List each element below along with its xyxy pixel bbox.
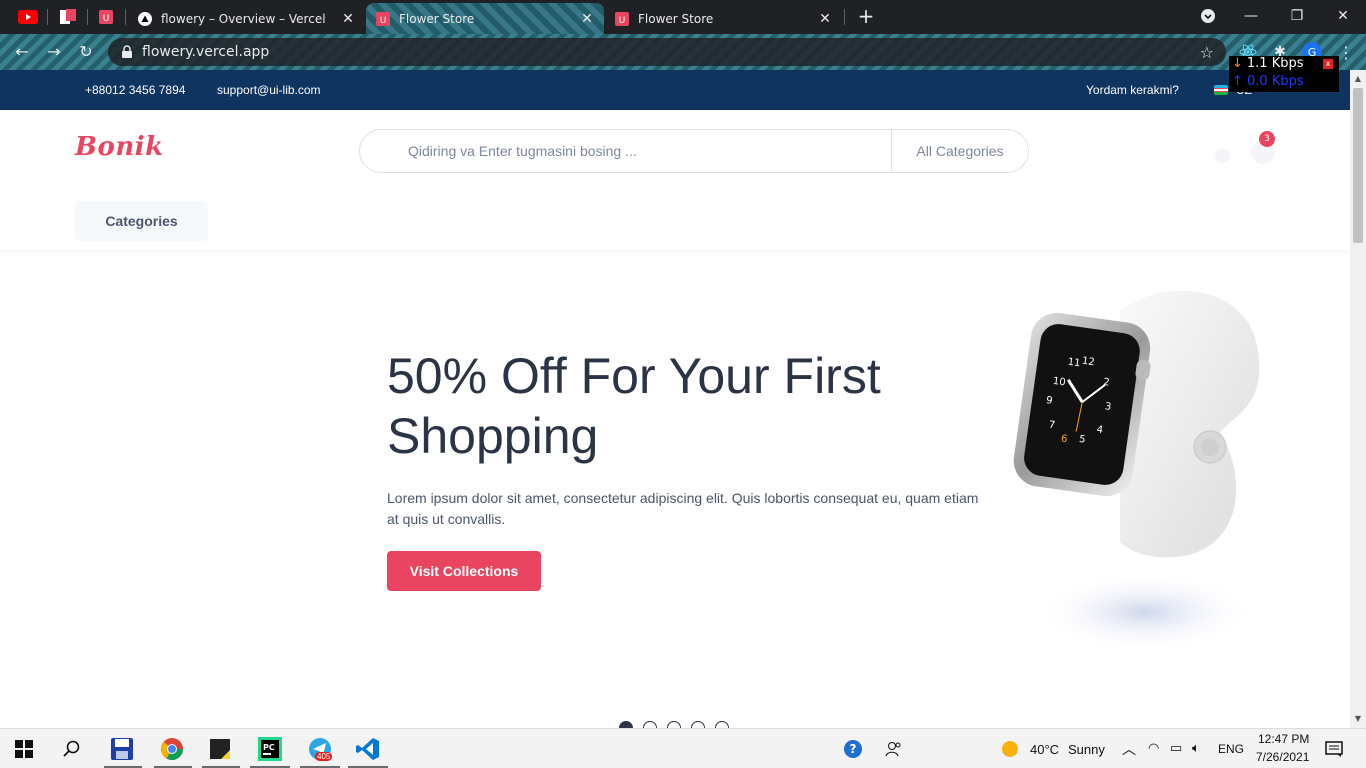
network-speed-meter: ↓ 1.1 Kbps ↑ 0.0 Kbps x [1229,56,1339,92]
pycharm-icon[interactable]: PC [256,735,284,763]
restore-icon[interactable]: ❐ [1274,0,1320,32]
cart-count-badge: 3 [1259,131,1275,147]
url-text: flowery.vercel.app [142,44,270,60]
tab-flower-store[interactable]: U Flower Store ✕ [605,3,842,34]
minimize-icon[interactable]: — [1228,0,1274,32]
scroll-up-icon[interactable]: ▲ [1354,74,1362,83]
people-icon[interactable] [880,735,908,763]
uzbekistan-flag-icon[interactable] [1214,85,1228,95]
hero-title: 50% Off For Your First Shopping [387,348,881,464]
carousel-dot[interactable] [667,721,681,728]
browser-menu-icon[interactable]: ⋮ [1336,42,1356,62]
help-link[interactable]: Yordam kerakmi? [1086,83,1179,97]
help-icon[interactable]: ? [840,735,868,763]
svg-text:U: U [619,16,626,26]
reload-icon[interactable]: ↻ [76,42,96,62]
vscode-icon[interactable] [354,735,382,763]
search-input[interactable] [360,130,891,172]
search-icon[interactable] [58,735,86,763]
pinned-tab-icon[interactable] [56,6,80,28]
tab-close-icon[interactable]: ✕ [341,11,355,27]
ui-lib-icon: U [376,11,390,26]
hero-description: Lorem ipsum dolor sit amet, consectetur … [387,490,979,527]
windows-start-icon[interactable] [10,735,38,763]
tab-title: flowery – Overview – Vercel [161,11,326,26]
carousel-dot[interactable] [619,721,633,728]
carousel-dot[interactable] [643,721,657,728]
scrollbar-thumb[interactable] [1353,88,1363,243]
tab-close-icon[interactable]: ✕ [580,11,594,27]
svg-text:12: 12 [1081,356,1095,369]
support-email[interactable]: support@ui-lib.com [217,83,321,97]
category-select[interactable]: All Categories [892,143,1028,159]
site-header: Bonik All Categories 3 Categories [0,110,1350,250]
chrome-icon[interactable] [158,735,186,763]
carousel-dot[interactable] [691,721,705,728]
clock-time[interactable]: 12:47 PM [1258,732,1309,746]
svg-text:10: 10 [1052,376,1066,389]
svg-text:?: ? [850,742,857,756]
upload-speed: 0.0 Kbps [1247,74,1304,89]
contact-topbar: +88012 3456 7894 support@ui-lib.com Yord… [0,70,1350,110]
address-bar[interactable]: flowery.vercel.app ☆ [108,38,1226,66]
notifications-icon[interactable] [1320,735,1348,763]
site-logo[interactable]: Bonik [75,132,164,162]
svg-text:11: 11 [1067,357,1081,370]
carousel-dots [619,721,729,728]
svg-text:U: U [103,14,110,24]
svg-text:PC: PC [263,743,275,752]
download-speed: 1.1 Kbps [1246,56,1304,71]
upload-arrow-icon: ↑ [1232,74,1248,89]
browser-toolbar: ← → ↻ flowery.vercel.app ☆ ✱ G ⋮ [0,34,1366,70]
svg-text:U: U [380,16,387,26]
battery-icon[interactable]: ▭ [1170,740,1182,756]
tab-title: Flower Store [399,11,475,26]
tab-title: Flower Store [638,11,714,26]
phone-number: +88012 3456 7894 [85,83,186,97]
telegram-unread-badge: 405 [315,752,333,761]
smartwatch-image: 11 12 2 3 4 5 6 7 9 10 [1013,290,1260,652]
weather-sun-icon[interactable] [996,735,1024,763]
tab-vercel[interactable]: flowery – Overview – Vercel ✕ [128,3,365,34]
vercel-icon [138,11,152,26]
web-page: +88012 3456 7894 support@ui-lib.com Yord… [0,70,1350,728]
ui-lib-tab-icon[interactable]: U [94,6,118,28]
lock-icon [122,45,132,58]
tray-chevron-icon[interactable]: ︿ [1122,739,1136,759]
tab-separator [125,9,126,25]
browser-tabbar: U flowery – Overview – Vercel ✕ U Flower… [0,0,1366,34]
scroll-down-icon[interactable]: ▼ [1354,714,1362,723]
user-icon[interactable] [1215,148,1230,163]
forward-icon[interactable]: → [44,42,64,62]
clock-date[interactable]: 7/26/2021 [1256,750,1309,764]
visit-collections-button[interactable]: Visit Collections [387,551,541,591]
save-disk-app-icon[interactable] [108,735,136,763]
tab-separator [844,9,845,25]
netmeter-close-button[interactable]: x [1323,59,1333,69]
windows-taskbar: PC 405 ? 40°C Sunny ︿ ◠ ▭ 🔈︎ ENG 12:47 P… [0,728,1366,768]
tab-separator [47,9,48,25]
youtube-tab-icon[interactable] [16,6,40,28]
tab-flower-store-active[interactable]: U Flower Store ✕ [366,3,604,34]
close-window-icon[interactable]: ✕ [1320,0,1366,32]
weather-temperature[interactable]: 40°C [1030,742,1059,757]
ui-lib-icon: U [615,11,629,26]
search-bar: All Categories [359,129,1029,173]
tab-close-icon[interactable]: ✕ [818,11,832,27]
input-language[interactable]: ENG [1218,742,1244,756]
carousel-dot[interactable] [715,721,729,728]
weather-description[interactable]: Sunny [1068,742,1105,757]
wifi-icon[interactable]: ◠ [1148,740,1159,756]
volume-icon[interactable]: 🔈︎ [1192,740,1200,756]
download-arrow-icon: ↓ [1232,56,1243,71]
tab-separator [87,9,88,25]
page-scrollbar[interactable]: ▲ ▼ [1350,70,1366,728]
new-tab-icon[interactable]: + [856,6,876,28]
bookmark-star-icon[interactable]: ☆ [1200,43,1214,62]
categories-button[interactable]: Categories [75,201,208,241]
tab-search-icon[interactable] [1185,0,1231,32]
sticky-notes-icon[interactable] [206,735,234,763]
back-icon[interactable]: ← [12,42,32,62]
